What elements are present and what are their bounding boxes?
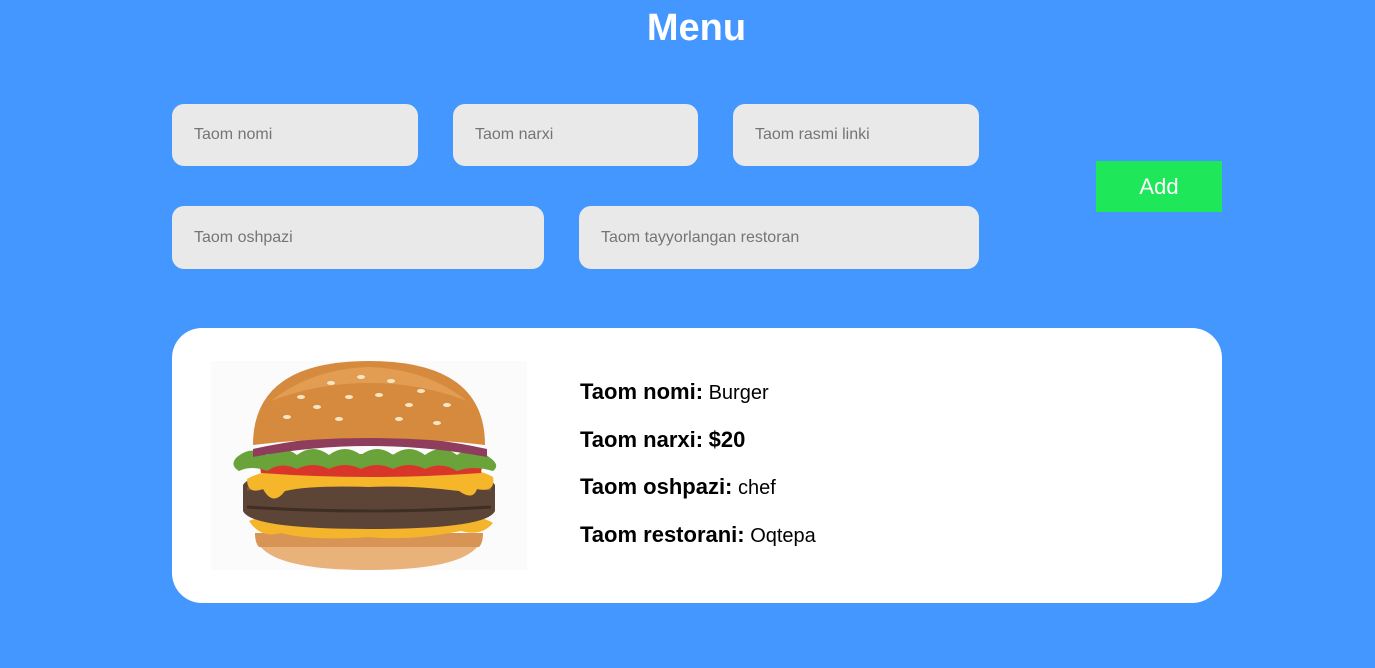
food-image-link-input[interactable] [733,104,979,166]
food-name-input[interactable] [172,104,418,166]
food-name-value: Burger [708,382,769,404]
food-card: Taom nomi: Burger Taom narxi: $20 Taom o… [172,328,1222,603]
food-details: Taom nomi: Burger Taom narxi: $20 Taom o… [580,380,816,570]
food-chef-row: Taom oshpazi: chef [580,475,816,523]
food-name-row: Taom nomi: Burger [580,380,816,428]
food-chef-value: chef [737,477,776,499]
add-button[interactable]: Add [1096,161,1222,212]
food-chef-input[interactable] [172,206,544,269]
food-chef-label: Taom oshpazi: [580,474,733,499]
food-restaurant-label: Taom restorani: [580,521,745,547]
food-name-label: Taom nomi: [580,379,704,404]
food-price-input[interactable] [453,104,698,166]
burger-image [211,361,527,570]
food-restaurant-row: Taom restorani: Oqtepa [580,521,816,571]
food-price-row: Taom narxi: $20 [580,426,816,476]
burger-illustration [233,361,497,570]
food-restaurant-input[interactable] [579,206,979,269]
food-price-label: Taom narxi: [580,426,704,452]
food-restaurant-value: Oqtepa [750,524,816,547]
page-title: Menu [646,7,747,49]
food-price-value: $20 [708,426,746,452]
menu-page: Menu Add [0,0,1375,668]
